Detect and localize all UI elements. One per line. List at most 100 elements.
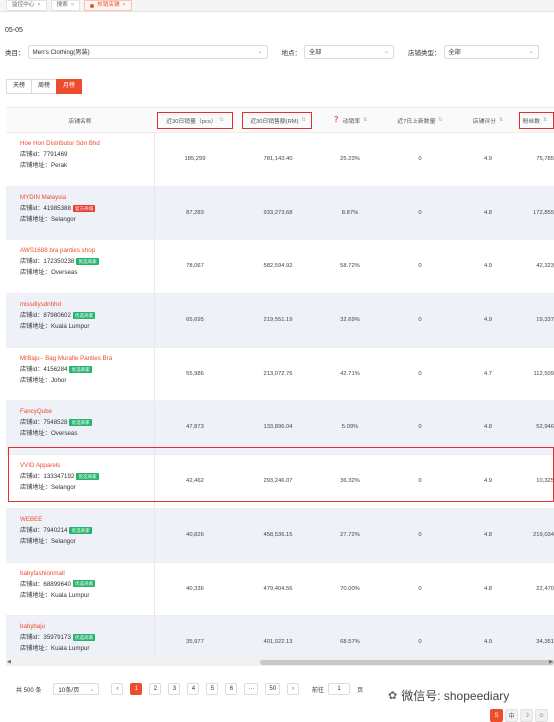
shop-addr-label: 店铺地址： [20,376,51,384]
page-number-button[interactable]: 50 [265,683,281,695]
page-number-button[interactable]: 3 [168,683,181,695]
table-row[interactable]: babybaju 店铺id：35979173 优选商家 店铺地址：Kuala Lu… [6,616,554,660]
shop-badge: 优选商家 [72,634,96,642]
prev-page-button[interactable]: ‹ [111,683,124,695]
total-count: 共 500 条 [16,687,42,694]
category-select[interactable]: Men's Clothing(男装) ⌄ [27,44,268,59]
followers-cell: 52,946 [536,424,554,431]
shopee-logo-icon[interactable]: S [490,709,503,722]
shop-name-link[interactable]: babybaju [20,621,95,632]
day-rank-button[interactable]: 天榜 [6,79,33,94]
col-conversion[interactable]: ❓ 动销率 ⇅ [320,108,380,132]
moon-icon[interactable]: ☽ [520,709,533,722]
page-ellipsis[interactable]: ··· [244,683,259,695]
sort-icon[interactable]: ⇅ [499,117,503,123]
new7-cell: 0 [418,531,422,538]
active-dot-icon [90,3,95,8]
week-rank-button[interactable]: 周榜 [31,79,58,94]
table-row[interactable]: missdiysdnbhd 店铺id：87980602 优选商家 店铺地址：Kua… [6,294,554,348]
shop-type-label: 店铺类型： [408,49,441,57]
col-shop-name: 店铺名称 [68,118,92,125]
horizontal-scrollbar[interactable]: ◀ ▶ [6,659,554,666]
sales-cell: 47,873 [186,424,204,431]
shop-badge: 优选商家 [69,526,92,534]
close-icon[interactable]: × [37,1,40,10]
scroll-left-icon[interactable]: ◀ [7,659,11,665]
table-row[interactable]: Hoe Hon Distributor Sdn Bhd 店铺id：7791469… [6,133,554,187]
followers-cell: 219,034 [533,531,554,538]
conversion-cell: 32.69% [340,317,360,324]
new7-cell: 0 [418,156,422,162]
new7-cell: 0 [418,585,422,592]
conversion-cell: 27.72% [340,531,360,538]
page-list: 1 2 3 4 5 6 ··· 50 [130,683,287,695]
col-new7[interactable]: 近7日上新数量 ⇅ [380,108,460,132]
highlight-box [157,112,233,129]
shop-type-select[interactable]: 全部 ⌄ [443,44,539,59]
tab-monitor[interactable]: 监控中心 × [6,0,47,11]
shop-cell: WEBEE 店铺id：7940214 优选商家 店铺地址：Selangor [6,508,155,562]
shop-cell: MYDIN Malaysia 店铺id：41985388 官方商城 店铺地址：Se… [6,186,155,240]
revenue-cell: 213,072.76 [263,370,293,377]
table-row[interactable]: WEBEE 店铺id：7940214 优选商家 店铺地址：Selangor 40,… [6,508,554,563]
shop-address: Overseas [50,430,78,438]
table-row[interactable]: MYDIN Malaysia 店铺id：41985388 官方商城 店铺地址：Se… [6,186,554,241]
shop-name-link[interactable]: babyfashionmall [20,568,95,579]
sort-icon[interactable]: ⇅ [438,117,442,123]
shop-cell: AWS1688 bra panties shop 店铺id：172350238 优… [6,240,155,294]
table-row[interactable]: MrBaju - Bag Murafie Panties Bra 店铺id：41… [6,347,554,402]
col-rating[interactable]: 店铺评分 ⇅ [460,108,516,132]
language-icon[interactable]: 中 [505,709,518,722]
shop-name-link[interactable]: MYDIN Malaysia [20,192,95,203]
shop-name-link[interactable]: WEBEE [20,514,92,525]
close-icon[interactable]: × [71,1,74,10]
scrollbar-thumb[interactable] [260,660,554,665]
shop-id: 172350238 [43,258,75,266]
shop-address: Kuala Lumpur [50,323,90,331]
sales-cell: 40,336 [186,585,204,592]
new7-cell: 0 [418,263,422,270]
shop-address: Selangor [50,215,76,223]
chevron-down-icon: ⌄ [89,686,95,693]
shop-id: 4156284 [43,365,68,373]
shop-badge: 优选商家 [69,365,92,373]
shop-id-label: 店铺id： [20,419,44,427]
new7-cell: 0 [418,209,422,216]
shop-name-link[interactable]: MrBaju - Bag Murafie Panties Bra [20,353,112,364]
page-number-button[interactable]: 6 [225,683,238,695]
shop-name-link[interactable]: missdiysdnbhd [20,299,95,310]
page-number-button[interactable]: 5 [206,683,219,695]
emoji-icon[interactable]: ☺ [535,709,548,722]
sales-cell: 78,067 [186,263,204,270]
sort-icon[interactable]: ⇅ [363,117,367,123]
sales-cell: 35,977 [186,639,204,646]
page-number-button[interactable]: 4 [187,683,200,695]
scroll-right-icon[interactable]: ▶ [549,659,553,665]
shop-addr-label: 店铺地址： [20,645,51,653]
shop-name-link[interactable]: FancyQube [20,406,92,417]
table-row[interactable]: AWS1688 bra panties shop 店铺id：172350238 优… [6,240,554,295]
tab-search[interactable]: 搜索 × [50,0,81,11]
page-number-button[interactable]: 1 [130,683,143,695]
goto-page-input[interactable]: 1 [328,683,351,695]
followers-cell: 22,470 [536,585,554,592]
shop-address: Kuala Lumpur [50,645,90,653]
tab-hot-shops[interactable]: 热销店铺 × [84,0,132,11]
table-row[interactable]: babyfashionmall 店铺id：68899640 优选商家 店铺地址：K… [6,562,554,617]
shop-name-link[interactable]: Hoe Hon Distributor Sdn Bhd [20,138,100,149]
shop-address: Kuala Lumpur [50,591,90,599]
revenue-cell: 401,022.13 [263,639,293,646]
page-size-select[interactable]: 10条/页 ⌄ [53,683,100,695]
shop-name-link[interactable]: AWS1688 bra panties shop [20,245,99,256]
shop-id-label: 店铺id： [20,365,44,373]
location-select[interactable]: 全部 ⌄ [304,44,394,59]
month-rank-button[interactable]: 月榜 [56,79,83,94]
table-header: 店铺名称 近30日销量（pcs） ⇅ 近30日销售额(RM) ⇅ ❓ 动销率 ⇅ 近7日… [6,108,554,133]
close-icon[interactable]: × [123,1,126,10]
followers-cell: 19,337 [536,317,554,324]
page-number-button[interactable]: 2 [149,683,162,695]
shop-id-label: 店铺id： [20,526,44,534]
revenue-cell: 582,594.92 [263,263,293,270]
next-page-button[interactable]: › [287,683,300,695]
sales-cell: 185,299 [184,156,206,162]
